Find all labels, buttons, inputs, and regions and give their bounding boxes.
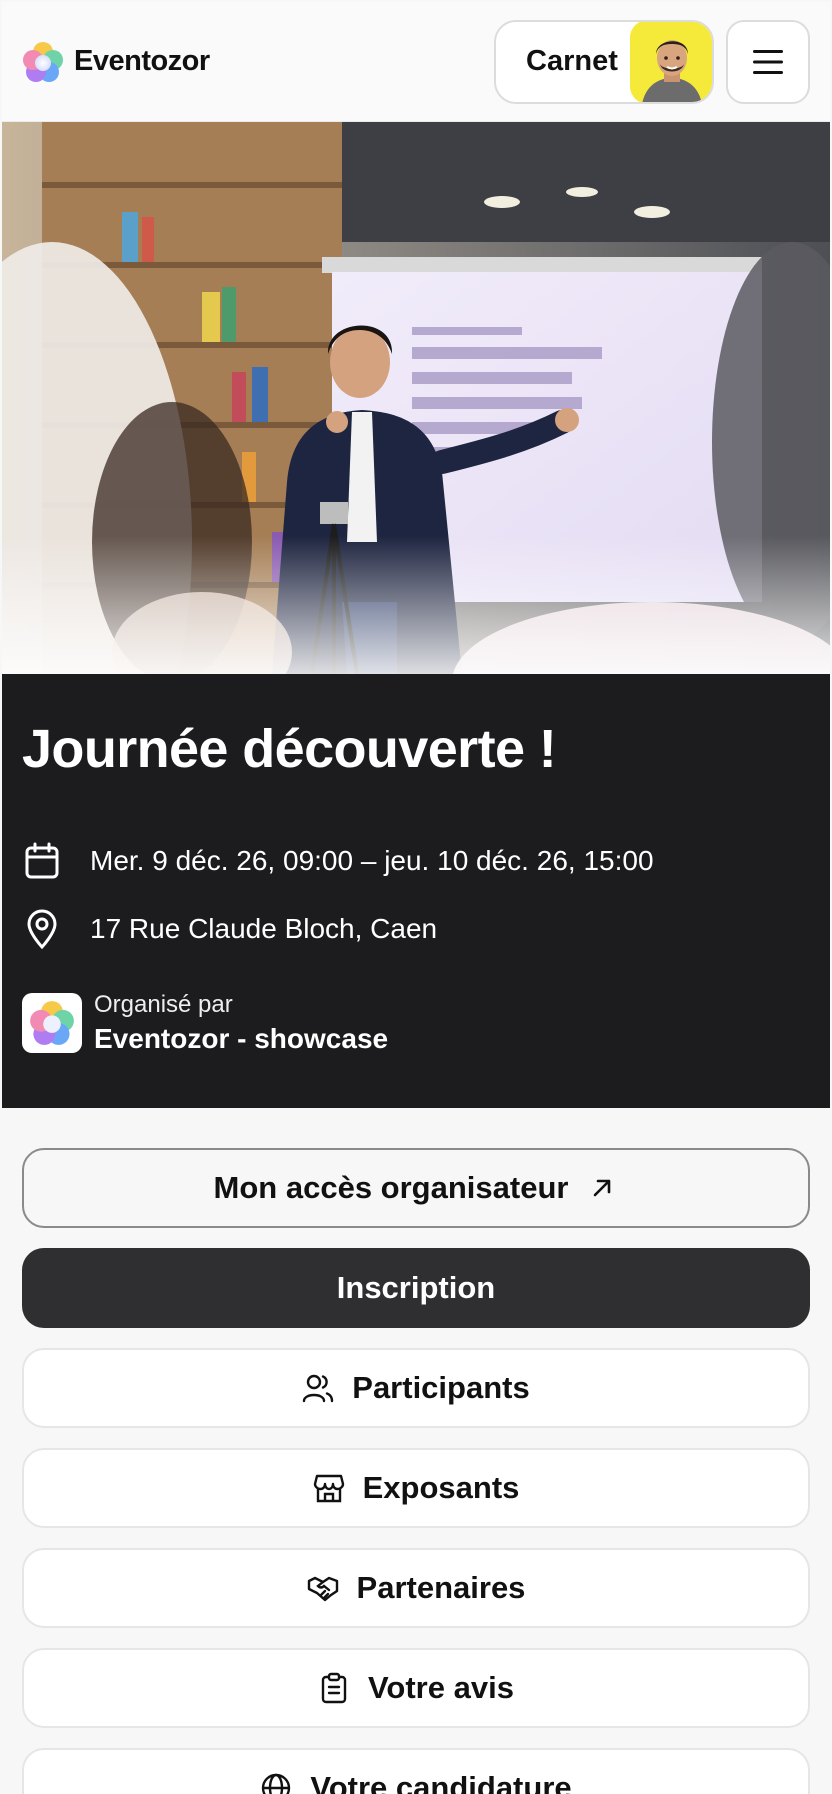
organizer-access-label: Mon accès organisateur (213, 1170, 569, 1205)
eventozor-logo-icon (23, 41, 63, 82)
exhibitors-button[interactable]: Exposants (22, 1448, 810, 1528)
organized-by-label: Organisé par (94, 991, 233, 1019)
menu-button[interactable] (726, 19, 810, 104)
carnet-label: Carnet (526, 45, 618, 77)
event-info-panel: Journée découverte ! Mer. 9 déc. 26, 09:… (2, 674, 830, 1108)
store-icon (313, 1472, 345, 1504)
event-actions: Mon accès organisateur Inscription Parti… (2, 1108, 830, 1794)
event-address: 17 Rue Claude Bloch, Caen (90, 913, 438, 945)
participants-button[interactable]: Participants (22, 1348, 810, 1428)
avatar-portrait-icon (630, 21, 712, 102)
participants-label: Participants (352, 1370, 530, 1405)
organizer-name: Eventozor - showcase (94, 1023, 389, 1055)
date-row: Mer. 9 déc. 26, 09:00 – jeu. 10 déc. 26,… (22, 841, 810, 881)
organizer-access-button[interactable]: Mon accès organisateur (22, 1148, 810, 1228)
location-pin-icon (22, 909, 62, 950)
exhibitors-label: Exposants (362, 1470, 520, 1505)
users-icon (302, 1372, 334, 1404)
brand-name: Eventozor (74, 45, 210, 77)
page: Eventozor Carnet Journée découverte ! Me… (2, 2, 830, 1794)
avatar (630, 21, 712, 102)
organizer-logo-icon (22, 993, 82, 1054)
application-label: Votre candidature (310, 1770, 572, 1794)
external-arrow-icon (586, 1172, 618, 1204)
event-hero-image (2, 122, 830, 674)
header-actions: Carnet (494, 19, 810, 104)
carnet-button[interactable]: Carnet (494, 19, 714, 104)
top-header: Eventozor Carnet (2, 2, 830, 122)
address-row[interactable]: 17 Rue Claude Bloch, Caen (22, 909, 810, 950)
handshake-icon (307, 1572, 339, 1604)
register-button[interactable]: Inscription (22, 1248, 810, 1328)
event-title: Journée découverte ! (22, 719, 557, 779)
application-button[interactable]: Votre candidature (22, 1748, 810, 1794)
partners-button[interactable]: Partenaires (22, 1548, 810, 1628)
register-label: Inscription (336, 1270, 496, 1305)
hamburger-icon (753, 49, 783, 74)
partners-label: Partenaires (356, 1570, 526, 1605)
organizer[interactable]: Organisé par Eventozor - showcase (22, 991, 810, 1055)
brand[interactable]: Eventozor (22, 41, 210, 83)
review-label: Votre avis (368, 1670, 514, 1705)
clipboard-icon (318, 1672, 350, 1704)
globe-icon (260, 1772, 292, 1794)
organizer-text: Organisé par Eventozor - showcase (94, 991, 388, 1055)
calendar-icon (22, 841, 62, 881)
review-button[interactable]: Votre avis (22, 1648, 810, 1728)
event-date-range: Mer. 9 déc. 26, 09:00 – jeu. 10 déc. 26,… (90, 845, 654, 877)
